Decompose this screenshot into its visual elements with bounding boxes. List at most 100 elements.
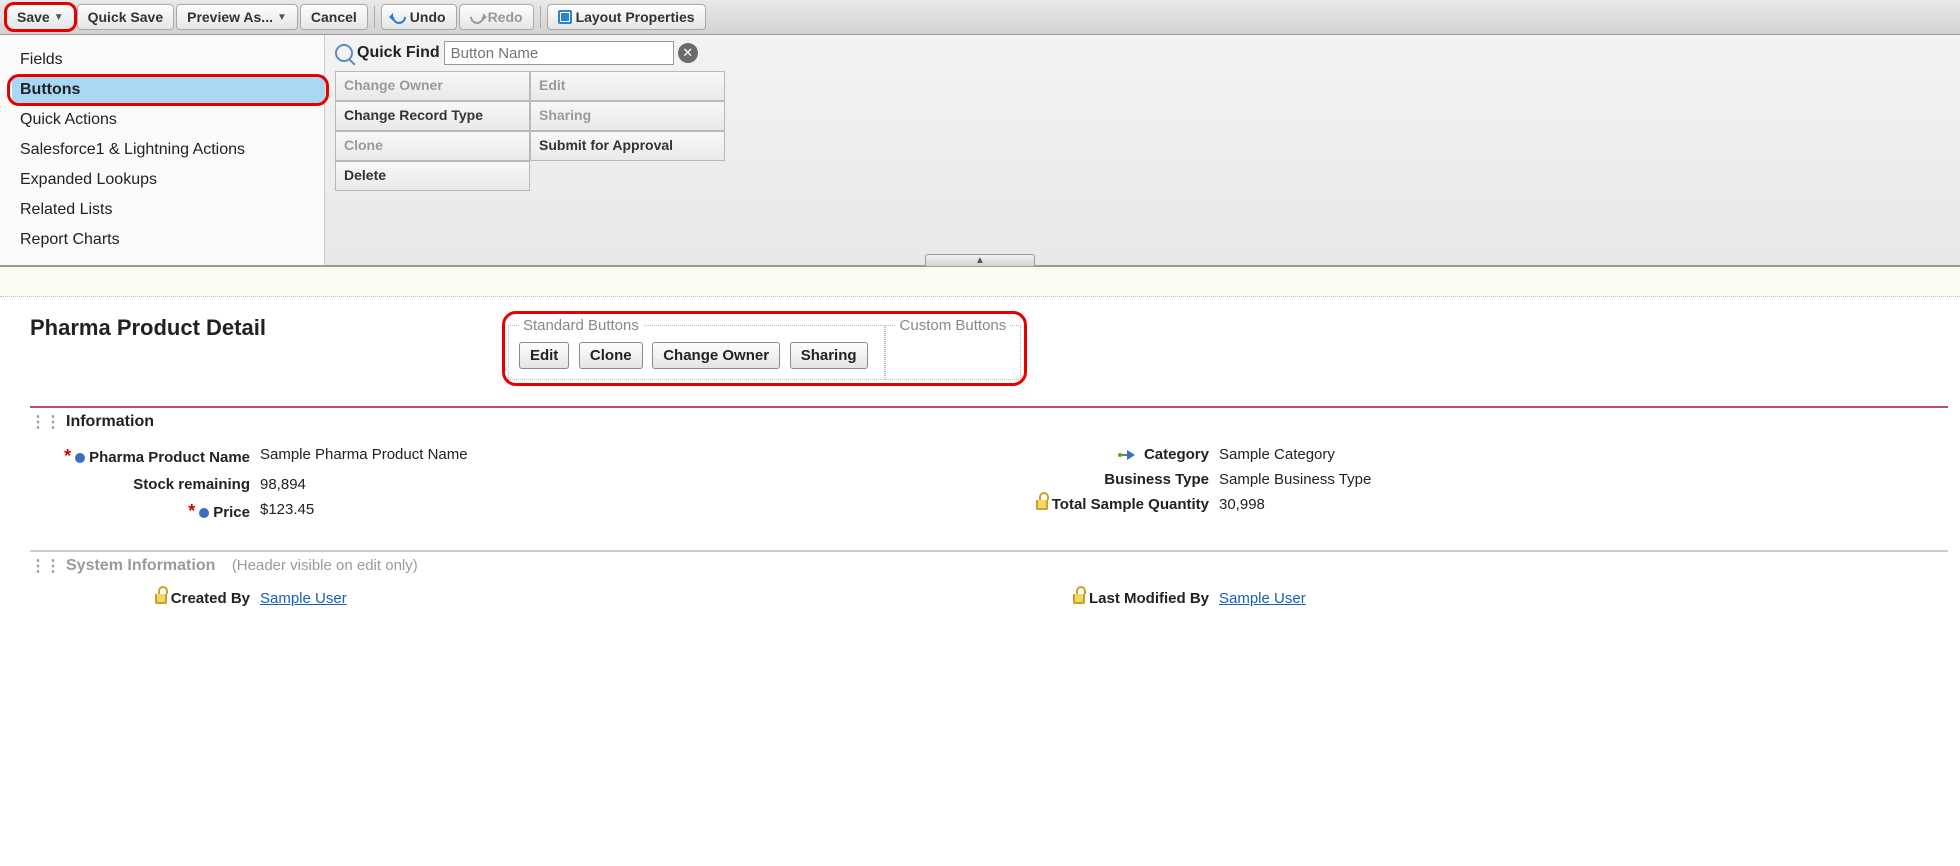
undo-button[interactable]: Undo bbox=[381, 4, 457, 30]
undo-label: Undo bbox=[410, 9, 446, 25]
toolbar-separator bbox=[540, 6, 541, 28]
field-label: Category bbox=[989, 446, 1219, 463]
quick-find-label: Quick Find bbox=[357, 44, 440, 62]
sidebar-item-expanded-lookups[interactable]: Expanded Lookups bbox=[12, 165, 324, 195]
redo-button[interactable]: Redo bbox=[459, 4, 534, 30]
section-system-information: ⋮⋮ System Information (Header visible on… bbox=[30, 550, 1948, 611]
palette-panel: Fields Buttons Quick Actions Salesforce1… bbox=[0, 35, 1960, 267]
palette-item-change-record-type[interactable]: Change Record Type bbox=[335, 101, 530, 131]
layout-properties-icon bbox=[558, 10, 572, 24]
label-text: Total Sample Quantity bbox=[1052, 496, 1209, 513]
field-label: Total Sample Quantity bbox=[989, 496, 1219, 514]
palette-item-edit[interactable]: Edit bbox=[530, 71, 725, 101]
information-right-col: Category Sample Category Business Type S… bbox=[989, 442, 1948, 526]
field-label: Business Type bbox=[989, 471, 1219, 488]
system-left-col: Created By Sample User bbox=[30, 586, 989, 611]
lock-icon bbox=[1073, 594, 1085, 604]
sidebar-item-report-charts[interactable]: Report Charts bbox=[12, 225, 324, 255]
layout-btn-edit[interactable]: Edit bbox=[519, 342, 569, 369]
section-system-note: (Header visible on edit only) bbox=[232, 557, 418, 574]
top-toolbar: Save ▼ Quick Save Preview As... ▼ Cancel… bbox=[0, 0, 1960, 35]
caret-down-icon: ▼ bbox=[277, 12, 287, 23]
sidebar-item-related-lists[interactable]: Related Lists bbox=[12, 195, 324, 225]
field-price[interactable]: *Price $123.45 bbox=[30, 497, 989, 526]
label-text: Price bbox=[213, 504, 250, 521]
label-text: Pharma Product Name bbox=[89, 449, 250, 466]
cancel-button[interactable]: Cancel bbox=[300, 4, 368, 30]
palette-item-sharing[interactable]: Sharing bbox=[530, 101, 725, 131]
save-highlight: Save ▼ bbox=[6, 4, 75, 30]
custom-buttons-fieldset[interactable]: Custom Buttons bbox=[885, 317, 1022, 380]
sidebar-item-sf1-actions[interactable]: Salesforce1 & Lightning Actions bbox=[12, 135, 324, 165]
custom-buttons-legend: Custom Buttons bbox=[896, 317, 1011, 334]
palette-grid: Change Owner Change Record Type Clone De… bbox=[335, 71, 1950, 191]
field-stock-remaining[interactable]: Stock remaining 98,894 bbox=[30, 472, 989, 497]
label-text: Stock remaining bbox=[133, 476, 250, 493]
field-value: $123.45 bbox=[260, 501, 314, 518]
palette-item-submit-approval[interactable]: Submit for Approval bbox=[530, 131, 725, 161]
information-fields: *Pharma Product Name Sample Pharma Produ… bbox=[30, 442, 1948, 526]
search-icon bbox=[335, 44, 353, 62]
field-value: Sample Business Type bbox=[1219, 471, 1371, 488]
lock-icon bbox=[1036, 500, 1048, 510]
clear-icon[interactable]: ✕ bbox=[678, 43, 698, 63]
label-text: Category bbox=[1144, 446, 1209, 463]
field-label: Last Modified By bbox=[989, 590, 1219, 607]
palette-item-change-owner[interactable]: Change Owner bbox=[335, 71, 530, 101]
section-information: ⋮⋮ Information *Pharma Product Name Samp… bbox=[30, 406, 1948, 526]
sidebar-item-buttons[interactable]: Buttons bbox=[12, 75, 324, 105]
quick-find-row: Quick Find ✕ bbox=[335, 41, 1950, 65]
caret-down-icon: ▼ bbox=[54, 12, 64, 23]
dependency-icon bbox=[1118, 450, 1140, 460]
layout-btn-sharing[interactable]: Sharing bbox=[790, 342, 868, 369]
section-system-head[interactable]: ⋮⋮ System Information (Header visible on… bbox=[30, 556, 1948, 576]
field-value: Sample User bbox=[1219, 590, 1306, 607]
field-total-sample-quantity[interactable]: Total Sample Quantity 30,998 bbox=[989, 492, 1948, 518]
palette-item-clone[interactable]: Clone bbox=[335, 131, 530, 161]
field-label: *Pharma Product Name bbox=[30, 446, 260, 468]
lock-icon bbox=[155, 594, 167, 604]
collapse-handle[interactable]: ▲ bbox=[925, 254, 1035, 266]
preview-as-label: Preview As... bbox=[187, 9, 273, 25]
field-value: Sample Pharma Product Name bbox=[260, 446, 468, 463]
preview-as-button[interactable]: Preview As... ▼ bbox=[176, 4, 298, 30]
field-category[interactable]: Category Sample Category bbox=[989, 442, 1948, 467]
layout-btn-change-owner[interactable]: Change Owner bbox=[652, 342, 780, 369]
field-business-type[interactable]: Business Type Sample Business Type bbox=[989, 467, 1948, 492]
field-value: 30,998 bbox=[1219, 496, 1265, 513]
detail-header: Pharma Product Detail Standard Buttons E… bbox=[30, 315, 1948, 382]
section-system-title: System Information bbox=[66, 557, 215, 575]
layout-properties-label: Layout Properties bbox=[576, 9, 695, 25]
field-label: *Price bbox=[30, 501, 260, 522]
field-created-by[interactable]: Created By Sample User bbox=[30, 586, 989, 611]
field-last-modified-by[interactable]: Last Modified By Sample User bbox=[989, 586, 1948, 611]
grip-icon: ⋮⋮ bbox=[30, 412, 60, 432]
quick-find-input[interactable] bbox=[444, 41, 674, 65]
field-label: Stock remaining bbox=[30, 476, 260, 493]
palette-item-delete[interactable]: Delete bbox=[335, 161, 530, 191]
palette-col-2: Edit Sharing Submit for Approval bbox=[530, 71, 725, 191]
section-information-head[interactable]: ⋮⋮ Information bbox=[30, 412, 1948, 432]
section-information-title: Information bbox=[66, 413, 154, 431]
field-pharma-product-name[interactable]: *Pharma Product Name Sample Pharma Produ… bbox=[30, 442, 989, 472]
layout-properties-button[interactable]: Layout Properties bbox=[547, 4, 706, 30]
detail-title: Pharma Product Detail bbox=[30, 315, 266, 341]
always-on-dot-icon bbox=[199, 508, 209, 518]
layout-btn-clone[interactable]: Clone bbox=[579, 342, 643, 369]
field-value: Sample Category bbox=[1219, 446, 1335, 463]
toolbar-separator bbox=[374, 6, 375, 28]
field-value: 98,894 bbox=[260, 476, 306, 493]
standard-buttons-legend: Standard Buttons bbox=[519, 317, 643, 334]
palette-col-1: Change Owner Change Record Type Clone De… bbox=[335, 71, 530, 191]
quick-save-button[interactable]: Quick Save bbox=[77, 4, 175, 30]
sidebar-item-quick-actions[interactable]: Quick Actions bbox=[12, 105, 324, 135]
save-button[interactable]: Save ▼ bbox=[6, 4, 75, 30]
last-modified-by-link[interactable]: Sample User bbox=[1219, 590, 1306, 607]
sidebar-item-fields[interactable]: Fields bbox=[12, 45, 324, 75]
label-text: Last Modified By bbox=[1089, 590, 1209, 607]
buttons-highlight: Buttons bbox=[12, 75, 324, 105]
created-by-link[interactable]: Sample User bbox=[260, 590, 347, 607]
undo-icon bbox=[389, 7, 409, 27]
field-value: Sample User bbox=[260, 590, 347, 607]
grip-icon: ⋮⋮ bbox=[30, 556, 60, 576]
